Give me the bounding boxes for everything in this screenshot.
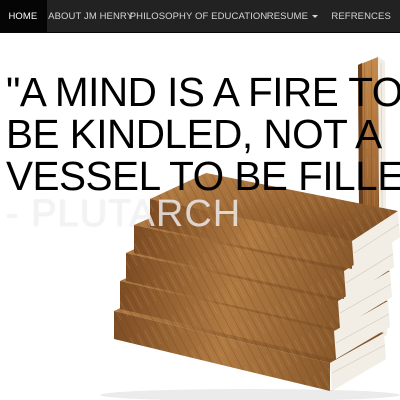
quote-attribution: - PLUTARCH [6, 193, 242, 235]
nav-refrences[interactable]: REFRENCES [322, 0, 400, 32]
nav-philosophy-of-education[interactable]: PHILOSOPHY OF EDUCATION [130, 0, 268, 32]
top-navbar: HOME ABOUT JM HENRY PHILOSOPHY OF EDUCAT… [0, 0, 400, 33]
quote-line-1: "A MIND IS A FIRE TO [6, 69, 400, 115]
hero-section: "A MIND IS A FIRE TO BE KINDLED, NOT A V… [0, 33, 400, 400]
caret-down-icon [312, 14, 319, 18]
hero-quote: "A MIND IS A FIRE TO BE KINDLED, NOT A V… [6, 71, 400, 197]
quote-line-2: BE KINDLED, NOT A [6, 111, 382, 157]
nav-resume-label: RESUME [266, 10, 309, 22]
nav-about-jm-henry[interactable]: ABOUT JM HENRY [47, 0, 135, 32]
nav-home[interactable]: HOME [0, 0, 47, 32]
nav-resume-dropdown[interactable]: RESUME [263, 0, 323, 32]
